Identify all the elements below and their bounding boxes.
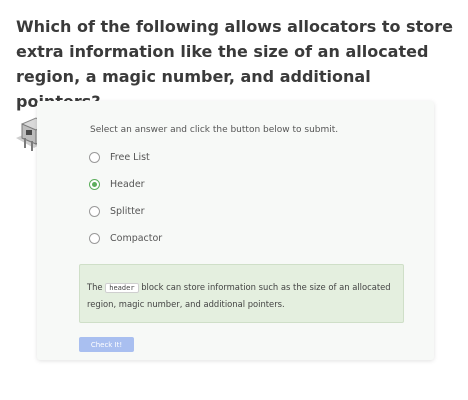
option-free-list[interactable]: Free List: [89, 149, 150, 165]
radio-button[interactable]: [89, 232, 100, 244]
radio-button[interactable]: [89, 151, 100, 163]
radio-button[interactable]: [89, 205, 100, 217]
option-compactor[interactable]: Compactor: [89, 230, 162, 246]
quiz-prompt: Select an answer and click the button be…: [90, 125, 339, 135]
option-label: Splitter: [110, 205, 145, 217]
feedback-text-start: The: [87, 282, 106, 292]
option-label: Header: [110, 178, 145, 190]
check-it-button[interactable]: Check It!: [79, 337, 134, 352]
question-text: Which of the following allows allocators…: [16, 17, 453, 111]
option-splitter[interactable]: Splitter: [89, 203, 145, 219]
option-label: Compactor: [110, 232, 163, 244]
option-label: Free List: [110, 151, 150, 163]
radio-button-selected[interactable]: [89, 178, 100, 190]
option-header[interactable]: Header: [89, 176, 145, 192]
quiz-card: Select an answer and click the button be…: [37, 101, 434, 360]
feedback-code: header: [105, 283, 139, 293]
feedback-box: The header block can store information s…: [79, 264, 404, 323]
